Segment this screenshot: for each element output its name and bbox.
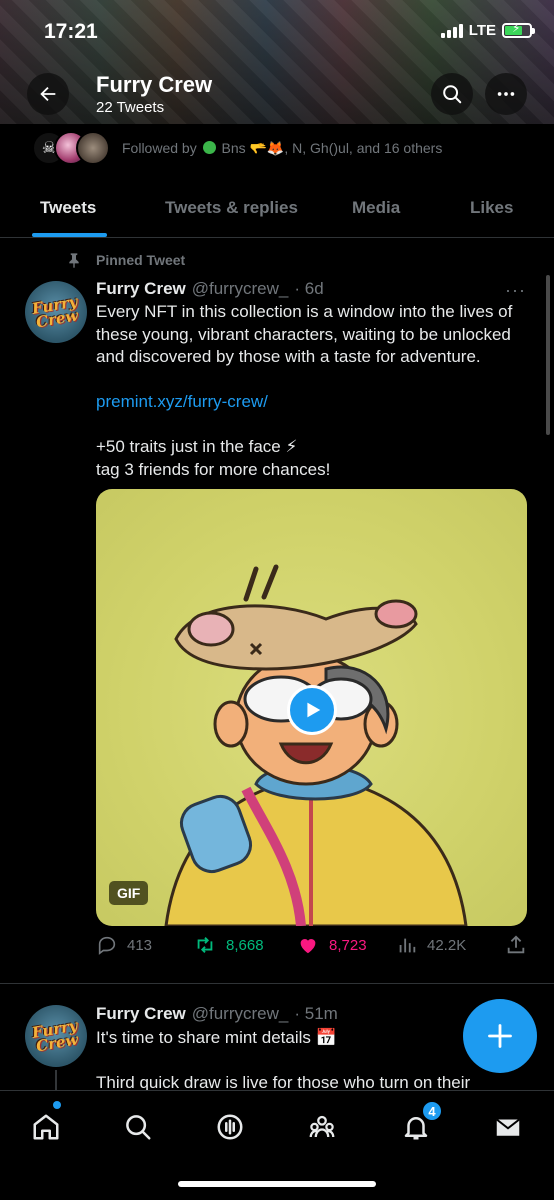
plus-icon [488,1024,512,1048]
tweet-author-name[interactable]: Furry Crew [96,279,186,299]
tweet-time: · 51m [294,1004,338,1023]
views-icon [399,938,416,953]
retweet-button[interactable]: 8,668 [193,934,264,956]
tweet-divider [0,983,554,984]
retweet-icon [197,937,213,953]
reply-button[interactable]: 413 [96,934,152,956]
nav-communities[interactable] [304,1109,340,1145]
tweet-more-button[interactable]: ··· [505,280,526,301]
green-circle-icon [202,140,216,154]
communities-icon [309,1115,335,1138]
followed-by-row[interactable]: ☠ Followed by Bns 🫳🦊, N, Gh()ul, and 16 … [32,130,532,166]
tweet-count: 22 Tweets [96,99,165,116]
battery-icon: ⚡ [502,21,535,38]
nav-home[interactable] [28,1109,64,1145]
status-time: 17:21 [44,20,98,43]
follower-avatar [76,131,110,165]
mail-icon [496,1118,520,1136]
tab-tweets-replies[interactable]: Tweets & replies [165,198,298,218]
furry-crew-logo: Furry Crew [30,292,80,332]
play-button[interactable] [287,685,337,735]
gif-badge: GIF [109,881,149,905]
pin-icon [69,253,79,268]
tweet-link[interactable]: premint.xyz/furry-crew/ [96,392,268,411]
tab-likes[interactable]: Likes [470,198,513,218]
tweet-author-handle[interactable]: @furrycrew_ [192,279,289,299]
tweet-author-name[interactable]: Furry Crew [96,1004,186,1024]
search-icon [126,1115,151,1140]
share-button[interactable] [505,934,527,956]
tweet-time: · 6d [294,279,324,298]
reply-count: 413 [127,936,153,954]
profile-tabs: Tweets Tweets & replies Media Likes [0,182,554,238]
followed-by-text: Followed by Bns 🫳🦊, N, Gh()ul, and 16 ot… [122,139,443,156]
tweet-actions: 413 8,668 8,723 42.2K [96,934,530,962]
tweet-author-avatar[interactable]: Furry Crew [25,1005,87,1067]
more-button[interactable] [485,73,527,115]
home-indicator[interactable] [178,1181,376,1187]
profile-banner [0,0,554,124]
profile-name: Furry Crew [96,72,213,97]
home-unread-dot [53,1101,61,1109]
pinned-label: Pinned Tweet [66,252,185,268]
signal-icon [440,23,463,38]
furry-crew-logo: Furry Crew [30,1016,80,1056]
tweet-author-avatar[interactable]: Furry Crew [25,281,87,343]
search-icon [443,85,462,104]
status-icons: LTE ⚡ [440,21,535,39]
tab-tweets[interactable]: Tweets [40,198,96,218]
profile-header-title: Furry Crew 22 Tweets [96,72,212,116]
reply-icon [98,936,116,955]
retweet-count: 8,668 [226,936,264,954]
compose-tweet-button[interactable] [463,999,537,1073]
tweet-author-handle[interactable]: @furrycrew_ [192,1004,289,1024]
play-icon [307,702,321,718]
thread-line [55,1070,57,1090]
network-label: LTE [468,22,496,39]
home-icon [33,1114,59,1140]
tweet-header: Furry Crew @furrycrew_ · 6d [96,279,324,299]
views-button[interactable]: 42.2K [396,934,466,956]
tweet-header: Furry Crew @furrycrew_ · 51m [96,1004,338,1024]
nav-spaces[interactable] [212,1109,248,1145]
more-icon [497,92,515,96]
nav-search[interactable] [120,1109,156,1145]
spaces-icon [217,1114,243,1140]
scrollbar[interactable] [546,275,550,435]
views-count: 42.2K [427,936,467,954]
heart-icon [300,939,316,954]
share-icon [507,935,525,954]
like-count: 8,723 [329,936,367,954]
back-button[interactable] [27,73,69,115]
nav-messages[interactable] [490,1109,526,1145]
arrow-left-icon [40,86,56,102]
notifications-badge: 4 [421,1100,443,1122]
tweet-text: Every NFT in this collection is a window… [96,302,513,479]
active-tab-indicator [32,233,107,237]
search-button[interactable] [431,73,473,115]
tab-media[interactable]: Media [352,198,400,218]
like-button[interactable]: 8,723 [296,934,367,956]
